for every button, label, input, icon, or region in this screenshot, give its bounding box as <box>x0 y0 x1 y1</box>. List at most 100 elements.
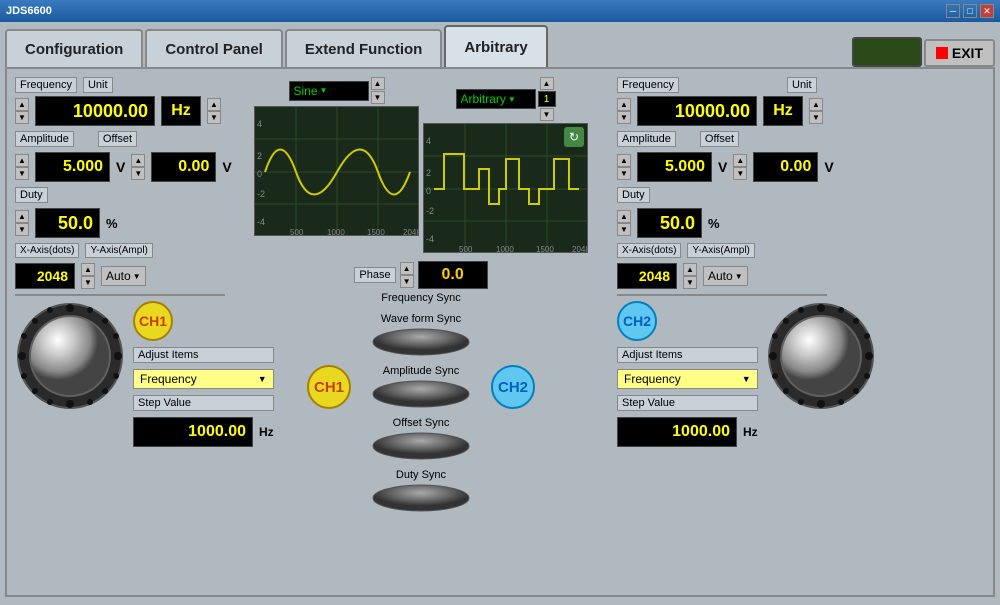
amplitude-sync-btn[interactable] <box>371 379 471 409</box>
ch1-xaxis-spinner[interactable]: ▲ ▼ <box>81 263 95 289</box>
ch2-amp-up[interactable]: ▲ <box>617 154 631 167</box>
ch2-duty-unit: % <box>708 216 720 231</box>
ch1-amp-offset-labels: Amplitude Offset <box>15 131 225 147</box>
ch1-xaxis-down[interactable]: ▼ <box>81 276 95 289</box>
ch2-freq-dropdown[interactable]: Frequency ▼ <box>617 369 758 389</box>
ch2-amp-spinner[interactable]: ▲ ▼ <box>617 154 631 180</box>
refresh-button[interactable]: ↻ <box>564 127 584 147</box>
phase-down[interactable]: ▼ <box>400 275 414 288</box>
ch2-xaxis-down[interactable]: ▼ <box>683 276 697 289</box>
ch2-duty-spinner[interactable]: ▲ ▼ <box>617 210 631 236</box>
svg-text:-2: -2 <box>257 189 265 199</box>
ch1-wave-select-row: Sine ▼ ▲ ▼ <box>289 77 385 104</box>
ch2-xaxis-label: X-Axis(dots) <box>617 243 681 258</box>
ch1-wave-up[interactable]: ▲ <box>371 77 385 90</box>
ch1-freq-spinner[interactable]: ▲ ▼ <box>15 98 29 124</box>
ch1-unit-down[interactable]: ▼ <box>207 111 221 124</box>
ch1-offset-label: Offset <box>98 131 137 147</box>
ch1-waveform-preview: 4 2 0 -2 -4 500 1000 1500 2048 <box>254 106 419 236</box>
waveform-sync-btn[interactable] <box>371 327 471 357</box>
ch1-wave-dropdown[interactable]: Sine ▼ <box>289 81 369 101</box>
window-controls[interactable]: ─ □ ✕ <box>946 4 994 18</box>
svg-text:-2: -2 <box>426 206 434 216</box>
ch1-duty-unit: % <box>106 216 118 231</box>
ch2-amp-down[interactable]: ▼ <box>617 167 631 180</box>
ch1-offset-down[interactable]: ▼ <box>131 167 145 180</box>
duty-sync-label: Duty Sync <box>396 469 446 481</box>
ch1-offset-spinner[interactable]: ▲ ▼ <box>131 154 145 180</box>
tab-configuration[interactable]: Configuration <box>5 29 143 67</box>
ch2-wave-dropdown[interactable]: Arbitrary ▼ <box>456 89 536 109</box>
ch2-wave-down[interactable]: ▼ <box>540 108 554 121</box>
ch2-offset-up[interactable]: ▲ <box>733 154 747 167</box>
ch2-freq-value: 10000.00 <box>637 96 757 126</box>
ch1-offset-up[interactable]: ▲ <box>131 154 145 167</box>
ch2-bottom-row: CH2 Adjust Items Frequency ▼ Step Value … <box>617 301 827 447</box>
signal-indicator <box>852 37 922 67</box>
ch2-preview-container: 4 2 0 -2 -4 500 1000 1500 2048 <box>423 123 588 256</box>
ch2-offset-spinner[interactable]: ▲ ▼ <box>733 154 747 180</box>
ch1-amp-down[interactable]: ▼ <box>15 167 29 180</box>
ch2-unit-spinner[interactable]: ▲ ▼ <box>809 98 823 124</box>
ch1-duty-down[interactable]: ▼ <box>15 223 29 236</box>
ch2-freq-down[interactable]: ▼ <box>617 111 631 124</box>
ch2-xaxis-value: 2048 <box>617 263 677 289</box>
ch2-duty-down[interactable]: ▼ <box>617 223 631 236</box>
ch1-freq-up[interactable]: ▲ <box>15 98 29 111</box>
phase-spinner[interactable]: ▲ ▼ <box>400 262 414 288</box>
ch2-knob-svg[interactable] <box>766 301 876 411</box>
ch2-unit-down[interactable]: ▼ <box>809 111 823 124</box>
ch1-duty-label: Duty <box>15 187 48 203</box>
ch1-yaxis-dropdown[interactable]: Auto ▼ <box>101 266 146 286</box>
minimize-button[interactable]: ─ <box>946 4 960 18</box>
ch1-xaxis-up[interactable]: ▲ <box>81 263 95 276</box>
ch2-unit-label: Unit <box>787 77 817 93</box>
ch2-wave-up[interactable]: ▲ <box>540 77 554 90</box>
svg-text:2: 2 <box>426 168 431 178</box>
ch1-duty-row-label: Duty <box>15 187 225 203</box>
amplitude-sync-group: Amplitude Sync <box>371 365 471 409</box>
ch1-duty-spinner[interactable]: ▲ ▼ <box>15 210 29 236</box>
ch1-wave-down[interactable]: ▼ <box>371 91 385 104</box>
ch1-amp-up[interactable]: ▲ <box>15 154 29 167</box>
duty-sync-btn[interactable] <box>371 483 471 513</box>
ch2-freq-spinner[interactable]: ▲ ▼ <box>617 98 631 124</box>
ch1-unit-label: Unit <box>83 77 113 93</box>
ch1-unit-spinner[interactable]: ▲ ▼ <box>207 98 221 124</box>
main-content: Configuration Control Panel Extend Funct… <box>0 22 1000 605</box>
maximize-button[interactable]: □ <box>963 4 977 18</box>
ch2-wave-controls[interactable]: ▲ 1 ▼ <box>538 77 556 121</box>
ch2-xaxis-up[interactable]: ▲ <box>683 263 697 276</box>
ch2-frequency-row: Frequency Unit <box>617 77 827 91</box>
ch2-freq-up[interactable]: ▲ <box>617 98 631 111</box>
ch1-frequency-label: Frequency <box>15 77 77 93</box>
ch1-knob-svg[interactable] <box>15 301 125 411</box>
ch2-step-value: 1000.00 <box>617 417 737 447</box>
close-button[interactable]: ✕ <box>980 4 994 18</box>
ch1-amp-spinner[interactable]: ▲ ▼ <box>15 154 29 180</box>
ch2-xaxis-spinner[interactable]: ▲ ▼ <box>683 263 697 289</box>
panel-area: Frequency Unit ▲ ▼ 10000.00 Hz ▲ ▼ <box>5 67 995 597</box>
ch1-wave-spinner[interactable]: ▲ ▼ <box>371 77 385 104</box>
ch1-unit-up[interactable]: ▲ <box>207 98 221 111</box>
ch2-duty-value: 50.0 <box>637 208 702 238</box>
phase-value: 0.0 <box>418 261 488 289</box>
exit-button[interactable]: EXIT <box>924 39 995 67</box>
ch1-duty-up[interactable]: ▲ <box>15 210 29 223</box>
ch2-unit-up[interactable]: ▲ <box>809 98 823 111</box>
tab-extend-function[interactable]: Extend Function <box>285 29 443 67</box>
offset-sync-btn[interactable] <box>371 431 471 461</box>
ch2-step-row: 1000.00 Hz <box>617 417 758 447</box>
duty-sync-group: Duty Sync <box>371 469 471 513</box>
ch2-yaxis-dropdown[interactable]: Auto ▼ <box>703 266 748 286</box>
ch2-amp-unit: V <box>718 159 727 175</box>
tab-arbitrary[interactable]: Arbitrary <box>444 25 547 67</box>
tab-control-panel[interactable]: Control Panel <box>145 29 283 67</box>
ch2-duty-up[interactable]: ▲ <box>617 210 631 223</box>
ch1-duty-row: ▲ ▼ 50.0 % <box>15 208 225 238</box>
ch1-freq-down[interactable]: ▼ <box>15 111 29 124</box>
ch1-badge: CH1 <box>133 301 173 341</box>
ch2-offset-down[interactable]: ▼ <box>733 167 747 180</box>
phase-up[interactable]: ▲ <box>400 262 414 275</box>
title-bar: JDS6600 ─ □ ✕ <box>0 0 1000 22</box>
